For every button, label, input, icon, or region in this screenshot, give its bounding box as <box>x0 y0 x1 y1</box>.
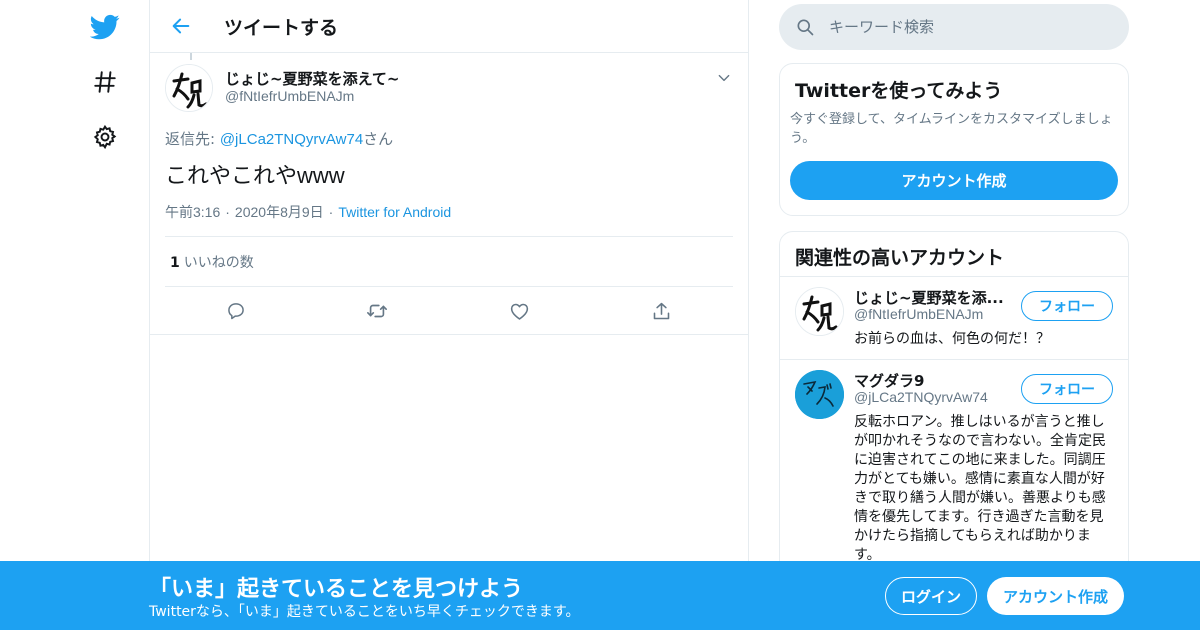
follow-button[interactable]: フォロー <box>1021 291 1113 321</box>
login-button[interactable]: ログイン <box>885 577 977 615</box>
related-account[interactable]: じょじ~夏野菜を添... @fNtIefrUmbENAJm フォロー お前らの血… <box>780 277 1128 360</box>
tweet-time: 午前3:16 <box>165 204 221 220</box>
signup-banner: 「いま」起きていることを見つけよう Twitterなら、「いま」起きていることを… <box>0 561 1200 630</box>
hashtag-icon <box>94 71 116 93</box>
tweet-source-link[interactable]: Twitter for Android <box>338 204 451 220</box>
gear-icon <box>93 124 117 150</box>
avatar-handwriting-icon <box>795 370 844 419</box>
tweet-author-name[interactable]: じょじ~夏野菜を添えて~ <box>225 68 399 89</box>
divider <box>165 236 733 237</box>
like-count-label: いいねの数 <box>183 255 254 271</box>
account-bio: お前らの血は、何色の何だ！？ <box>854 331 1050 347</box>
thread-line <box>190 53 192 60</box>
share-icon <box>653 302 669 319</box>
banner-title: 「いま」起きていることを見つけよう <box>149 577 524 602</box>
twitter-home-button[interactable] <box>80 2 130 52</box>
avatar[interactable] <box>795 370 844 419</box>
reply-button[interactable] <box>221 296 251 326</box>
settings-button[interactable] <box>80 112 130 162</box>
signup-card-title: Twitterを使ってみよう <box>795 80 1003 102</box>
avatar[interactable] <box>165 64 213 112</box>
signup-button[interactable]: アカウント作成 <box>790 161 1118 200</box>
banner-signup-button[interactable]: アカウント作成 <box>987 577 1124 615</box>
tweet-author-handle[interactable]: @fNtIefrUmbENAJm <box>225 88 354 104</box>
chevron-down-icon <box>718 74 730 82</box>
follow-button[interactable]: フォロー <box>1021 374 1113 404</box>
banner-subtitle: Twitterなら、「いま」起きていることをいち早くチェックできます。 <box>149 604 580 620</box>
avatar[interactable] <box>795 287 844 336</box>
search-input[interactable] <box>829 4 1119 50</box>
reply-prefix: 返信先: <box>165 130 220 148</box>
account-bio: 反転ホロアン。推しはいるが言うと推しが叩かれそうなので言わない。全肯定民に迫害さ… <box>854 414 1106 563</box>
tweet-text: これやこれやwww <box>165 163 345 188</box>
explore-button[interactable] <box>80 57 130 107</box>
back-button[interactable] <box>165 10 197 42</box>
retweet-icon <box>367 304 387 318</box>
divider <box>150 334 748 335</box>
page-title: ツイートする <box>224 17 339 39</box>
account-name[interactable]: マグダラ9 <box>854 370 1009 391</box>
tweet-date: 2020年8月9日 <box>234 204 324 220</box>
signup-card: Twitterを使ってみよう 今すぐ登録して、タイムラインをカスタマイズしましょ… <box>779 63 1129 216</box>
related-account[interactable]: マグダラ9 @jLCa2TNQyrvAw74 フォロー 反転ホロアン。推しはいる… <box>780 360 1128 570</box>
meta-separator: · <box>225 204 230 220</box>
reply-suffix: さん <box>363 130 394 148</box>
tweet-meta: 午前3:16 · 2020年8月9日 · Twitter for Android <box>165 202 451 222</box>
related-accounts-header: 関連性の高いアカウント <box>780 232 1128 277</box>
retweet-button[interactable] <box>362 296 392 326</box>
divider <box>165 286 733 287</box>
like-count-value: 1 <box>170 255 180 271</box>
reply-icon <box>228 303 244 320</box>
arrow-left-icon <box>172 18 190 34</box>
search-icon <box>797 19 814 36</box>
page: ツイートする じょじ~夏野菜を添えて~ @fNtIefrUmbENAJm 返信先… <box>0 0 1200 630</box>
account-handle[interactable]: @fNtIefrUmbENAJm <box>854 306 983 322</box>
related-accounts-card: 関連性の高いアカウント じょじ~夏野菜を添... @fNtIefrUmbENAJ… <box>779 231 1129 571</box>
share-button[interactable] <box>646 296 676 326</box>
related-accounts-title: 関連性の高いアカウント <box>795 247 1005 269</box>
reply-to: 返信先: @jLCa2TNQyrvAw74さん <box>165 128 393 149</box>
meta-separator: · <box>328 204 334 220</box>
main-header: ツイートする <box>150 0 748 53</box>
heart-icon <box>510 303 528 320</box>
tweet-actions <box>165 296 733 326</box>
reply-handle-link[interactable]: @jLCa2TNQyrvAw74 <box>220 131 363 148</box>
main-column: ツイートする じょじ~夏野菜を添えて~ @fNtIefrUmbENAJm 返信先… <box>149 0 749 630</box>
avatar-calligraphy-icon <box>796 288 843 335</box>
left-nav <box>80 0 130 630</box>
tweet-menu-button[interactable] <box>714 68 734 88</box>
twitter-bird-icon <box>90 14 120 40</box>
account-handle[interactable]: @jLCa2TNQyrvAw74 <box>854 389 988 405</box>
likes-count[interactable]: 1 いいねの数 <box>170 252 254 272</box>
search-box <box>779 4 1129 50</box>
signup-card-description: 今すぐ登録して、タイムラインをカスタマイズしましょう。 <box>790 112 1113 146</box>
avatar-calligraphy-icon <box>166 65 212 111</box>
like-button[interactable] <box>504 296 534 326</box>
account-name[interactable]: じょじ~夏野菜を添... <box>854 287 1009 308</box>
